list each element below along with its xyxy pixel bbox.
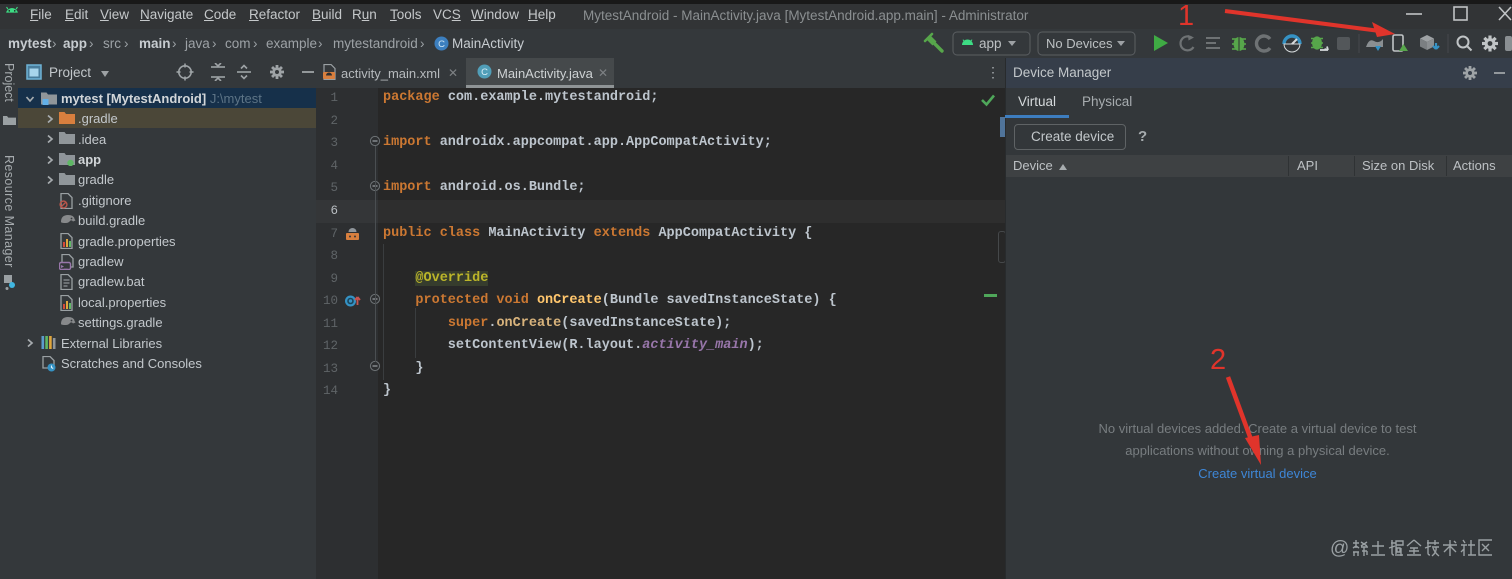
svg-text:app: app xyxy=(979,36,1002,51)
svg-text:▸_: ▸_ xyxy=(61,263,68,270)
svg-text:C: C xyxy=(481,67,488,78)
svg-text:C: C xyxy=(438,39,445,50)
svg-text:No Devices: No Devices xyxy=(1046,36,1113,51)
